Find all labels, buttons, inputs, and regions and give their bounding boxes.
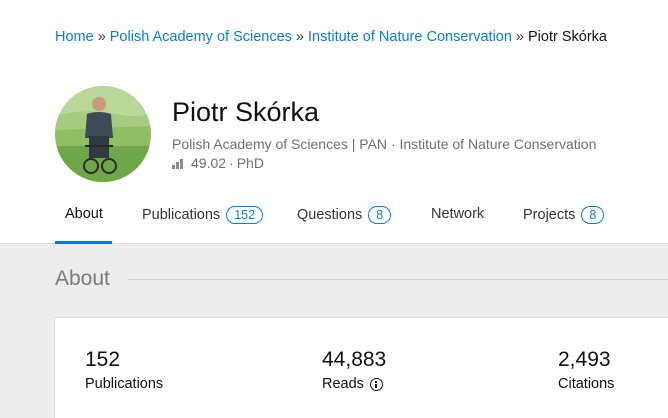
tab-count-badge: 8 bbox=[368, 206, 392, 224]
breadcrumb: Home» Polish Academy of Sciences» Institut… bbox=[55, 29, 607, 45]
profile-score-row: 49.02 · PhD bbox=[172, 155, 264, 171]
stat-label: Reads bbox=[322, 376, 364, 392]
stat-publications[interactable]: 152 Publications bbox=[85, 348, 163, 392]
tab-label: About bbox=[65, 206, 103, 222]
stat-label: Citations bbox=[558, 376, 615, 392]
breadcrumb-home-link[interactable]: Home bbox=[55, 29, 94, 45]
section-title: About bbox=[55, 267, 110, 290]
avatar[interactable] bbox=[55, 86, 151, 182]
tab-count-badge: 152 bbox=[226, 206, 264, 224]
profile-degree: PhD bbox=[236, 155, 264, 171]
tab-network[interactable]: Network bbox=[431, 206, 484, 222]
profile-affiliation[interactable]: Polish Academy of Sciences | PAN · Insti… bbox=[172, 136, 596, 152]
bar-chart-icon bbox=[172, 158, 184, 169]
stat-label: Publications bbox=[85, 376, 164, 392]
breadcrumb-separator: » bbox=[295, 29, 304, 45]
stat-citations[interactable]: 2,493 Citations bbox=[558, 348, 614, 392]
stat-reads[interactable]: 44,883 Reads bbox=[322, 348, 386, 392]
tab-questions[interactable]: Questions 8 bbox=[297, 206, 392, 224]
breadcrumb-academy-link[interactable]: Polish Academy of Sciences bbox=[110, 29, 292, 45]
tab-label: Network bbox=[431, 206, 485, 222]
section-divider bbox=[128, 279, 668, 280]
profile-header: Home» Polish Academy of Sciences» Institut… bbox=[0, 0, 668, 244]
tab-count-badge: 8 bbox=[581, 206, 605, 224]
tab-label: Publications bbox=[142, 207, 221, 223]
breadcrumb-separator: » bbox=[97, 29, 106, 45]
tab-label: Projects bbox=[523, 207, 576, 223]
stats-card: 152 Publications 44,883 Reads 2,493 Cita… bbox=[54, 317, 668, 418]
stat-value: 152 bbox=[85, 348, 121, 371]
profile-score[interactable]: 49.02 bbox=[191, 155, 226, 171]
score-separator: · bbox=[229, 155, 234, 171]
breadcrumb-current: Piotr Skórka bbox=[528, 29, 607, 45]
stat-value: 44,883 bbox=[322, 348, 387, 371]
tab-about[interactable]: About bbox=[65, 206, 103, 222]
profile-photo bbox=[55, 86, 151, 182]
info-icon[interactable] bbox=[369, 377, 383, 391]
stat-label-row: Reads bbox=[322, 376, 386, 392]
breadcrumb-separator: » bbox=[515, 29, 524, 45]
tab-label: Questions bbox=[297, 207, 363, 223]
breadcrumb-institute-link[interactable]: Institute of Nature Conservation bbox=[308, 29, 512, 45]
active-tab-indicator bbox=[55, 241, 112, 244]
stat-value: 2,493 bbox=[558, 348, 611, 371]
tab-publications[interactable]: Publications 152 bbox=[142, 206, 264, 224]
tab-projects[interactable]: Projects 8 bbox=[523, 206, 605, 224]
profile-name: Piotr Skórka bbox=[172, 97, 320, 127]
